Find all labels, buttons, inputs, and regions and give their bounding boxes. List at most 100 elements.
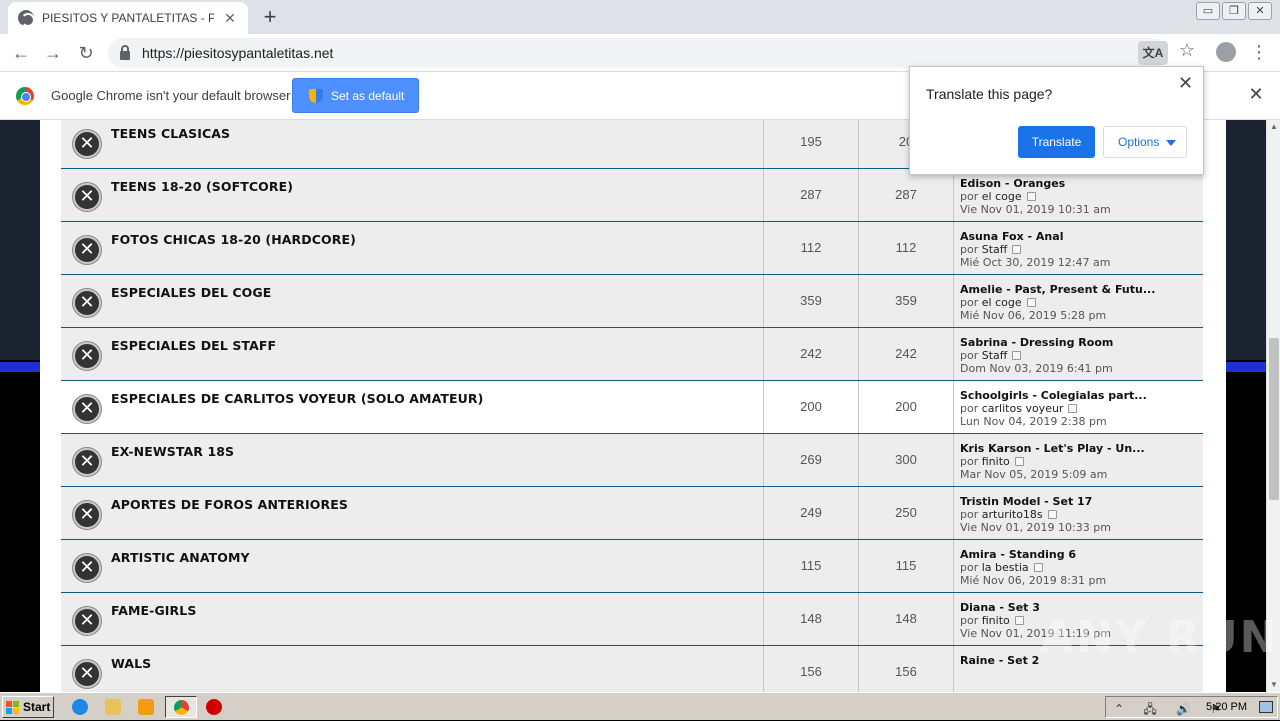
minimize-button[interactable]: ▭ xyxy=(1196,2,1220,20)
scroll-up-arrow-icon[interactable]: ▲ xyxy=(1267,120,1280,134)
options-label: Options xyxy=(1118,135,1160,149)
goto-post-icon[interactable] xyxy=(1014,457,1024,466)
last-post-date: Lun Nov 04, 2019 2:38 pm xyxy=(960,415,1107,428)
last-post-title-link[interactable]: Asuna Fox - Anal xyxy=(960,230,1203,243)
forum-name-link[interactable]: FOTOS CHICAS 18-20 (HARDCORE) xyxy=(111,232,356,247)
last-post-title-link[interactable]: Amira - Standing 6 xyxy=(960,548,1203,561)
maximize-button[interactable]: ❐ xyxy=(1222,2,1246,20)
forum-name-link[interactable]: APORTES DE FOROS ANTERIORES xyxy=(111,497,348,512)
forum-name-link[interactable]: TEENS CLASICAS xyxy=(111,126,230,141)
last-post-title-link[interactable]: Edison - Oranges xyxy=(960,177,1203,190)
translate-options-button[interactable]: Options xyxy=(1103,126,1187,158)
menu-kebab-icon[interactable]: ⋮ xyxy=(1250,40,1268,64)
forum-name-link[interactable]: ESPECIALES DE CARLITOS VOYEUR (SOLO AMAT… xyxy=(111,391,483,406)
forum-row[interactable]: ✕ ESPECIALES DE CARLITOS VOYEUR (SOLO AMA… xyxy=(61,381,1203,434)
forum-row[interactable]: ✕ FAME-GIRLS 148 148 Diana - Set 3 por finito… xyxy=(61,593,1203,646)
last-post-date: Vie Nov 01, 2019 10:33 pm xyxy=(960,521,1111,534)
forum-row[interactable]: ✕ FOTOS CHICAS 18-20 (HARDCORE) 112 112 Asun… xyxy=(61,222,1203,275)
lock-icon[interactable] xyxy=(120,45,130,60)
forum-name-link[interactable]: ESPECIALES DEL STAFF xyxy=(111,338,276,353)
forum-name-link[interactable]: TEENS 18-20 (SOFTCORE) xyxy=(111,179,293,194)
goto-post-icon[interactable] xyxy=(1012,351,1022,360)
forum-row[interactable]: ✕ APORTES DE FOROS ANTERIORES 249 250 Tristi… xyxy=(61,487,1203,540)
taskbar-chrome-button[interactable] xyxy=(165,696,197,718)
goto-post-icon[interactable] xyxy=(1026,192,1036,201)
last-post-cell: Kris Karson - Let's Play - Un... por fini… xyxy=(953,434,1203,486)
forum-status-x-icon: ✕ xyxy=(73,554,101,582)
scroll-thumb[interactable] xyxy=(1269,338,1279,500)
goto-post-icon[interactable] xyxy=(1012,245,1022,254)
translate-icon[interactable]: 文A xyxy=(1138,41,1168,65)
bookmark-star-icon[interactable]: ☆ xyxy=(1176,40,1198,61)
by-prefix: por xyxy=(960,349,979,362)
forum-row[interactable]: ✕ EX-NEWSTAR 18S 269 300 Kris Karson - Let's… xyxy=(61,434,1203,487)
stop-icon[interactable] xyxy=(206,699,222,715)
author-link[interactable]: Staff xyxy=(982,243,1008,256)
translate-close-icon[interactable]: ✕ xyxy=(1178,73,1193,94)
scroll-down-arrow-icon[interactable]: ▼ xyxy=(1267,678,1280,692)
forum-status-x-icon: ✕ xyxy=(73,660,101,688)
forum-topics-count: 115 xyxy=(763,540,858,592)
author-link[interactable]: arturito18s xyxy=(982,508,1043,521)
reload-icon[interactable]: ↻ xyxy=(73,40,99,66)
forum-name-link[interactable]: WALS xyxy=(111,656,151,671)
clock[interactable]: 5:20 PM xyxy=(1206,701,1247,713)
last-post-title-link[interactable]: Tristin Model - Set 17 xyxy=(960,495,1203,508)
last-post-title-link[interactable]: Sabrina - Dressing Room xyxy=(960,336,1203,349)
last-post-cell: Tristin Model - Set 17 por arturito18s Vie… xyxy=(953,487,1203,539)
new-tab-button[interactable]: + xyxy=(258,6,282,30)
forum-row[interactable]: ✕ TEENS 18-20 (SOFTCORE) 287 287 Edison - Or… xyxy=(61,169,1203,222)
forward-arrow-icon[interactable]: → xyxy=(40,40,66,66)
back-arrow-icon[interactable]: ← xyxy=(8,40,34,66)
infobar-close-icon[interactable]: ✕ xyxy=(1246,84,1266,105)
start-button[interactable]: Start xyxy=(2,696,54,718)
forum-row[interactable]: ✕ WALS 156 156 Raine - Set 2 xyxy=(61,646,1203,692)
forum-topics-count: 359 xyxy=(763,275,858,327)
last-post-title-link[interactable]: Amelie - Past, Present & Futu... xyxy=(960,283,1203,296)
page-scrollbar[interactable]: ▲ ▼ xyxy=(1266,120,1280,692)
media-player-icon[interactable] xyxy=(138,699,154,715)
goto-post-icon[interactable] xyxy=(1047,510,1057,519)
close-window-button[interactable]: ✕ xyxy=(1248,2,1272,20)
browser-tab[interactable]: PIESITOS Y PANTALETITAS - Página ✕ xyxy=(8,2,248,34)
address-bar[interactable]: https://piesitosypantaletitas.net 文A xyxy=(108,38,1168,68)
show-desktop-icon[interactable] xyxy=(1259,701,1273,713)
forum-name-link[interactable]: FAME-GIRLS xyxy=(111,603,196,618)
forum-name-link[interactable]: ESPECIALES DEL COGE xyxy=(111,285,271,300)
background-panel-right xyxy=(1226,120,1266,360)
last-post-title-link[interactable]: Kris Karson - Let's Play - Un... xyxy=(960,442,1203,455)
author-link[interactable]: Staff xyxy=(982,349,1008,362)
goto-post-icon[interactable] xyxy=(1014,616,1024,625)
author-link[interactable]: finito xyxy=(982,455,1010,468)
tab-close-icon[interactable]: ✕ xyxy=(222,10,238,27)
forum-posts-count: 250 xyxy=(858,487,953,539)
forum-row[interactable]: ✕ ESPECIALES DEL COGE 359 359 Amelie - Past,… xyxy=(61,275,1203,328)
profile-avatar-icon[interactable] xyxy=(1216,42,1236,62)
last-post-author: por el coge xyxy=(960,296,1203,309)
goto-post-icon[interactable] xyxy=(1068,404,1078,413)
background-stripe-right xyxy=(1226,362,1266,372)
author-link[interactable]: el coge xyxy=(982,190,1022,203)
last-post-title-link[interactable]: Schoolgirls - Colegialas part... xyxy=(960,389,1203,402)
translate-button[interactable]: Translate xyxy=(1018,126,1095,158)
forum-status-x-icon: ✕ xyxy=(73,183,101,211)
forum-row[interactable]: ✕ ARTISTIC ANATOMY 115 115 Amira - Standing … xyxy=(61,540,1203,593)
author-link[interactable]: el coge xyxy=(982,296,1022,309)
author-link[interactable]: finito xyxy=(982,614,1010,627)
goto-post-icon[interactable] xyxy=(1026,298,1036,307)
set-as-default-button[interactable]: Set as default xyxy=(292,78,419,113)
forum-status-x-icon: ✕ xyxy=(73,130,101,158)
internet-explorer-icon[interactable] xyxy=(72,699,88,715)
forum-row[interactable]: ✕ ESPECIALES DEL STAFF 242 242 Sabrina - Dre… xyxy=(61,328,1203,381)
last-post-author: por arturito18s xyxy=(960,508,1203,521)
folder-icon[interactable] xyxy=(105,699,121,715)
forum-name-link[interactable]: EX-NEWSTAR 18S xyxy=(111,444,234,459)
url-text[interactable]: https://piesitosypantaletitas.net xyxy=(142,45,333,61)
last-post-author: por finito xyxy=(960,455,1203,468)
author-link[interactable]: la bestia xyxy=(982,561,1029,574)
last-post-cell: Sabrina - Dressing Room por Staff Dom Nov … xyxy=(953,328,1203,380)
goto-post-icon[interactable] xyxy=(1033,563,1043,572)
forum-name-link[interactable]: ARTISTIC ANATOMY xyxy=(111,550,250,565)
author-link[interactable]: carlitos voyeur xyxy=(982,402,1064,415)
forum-topics-count: 156 xyxy=(763,646,858,692)
